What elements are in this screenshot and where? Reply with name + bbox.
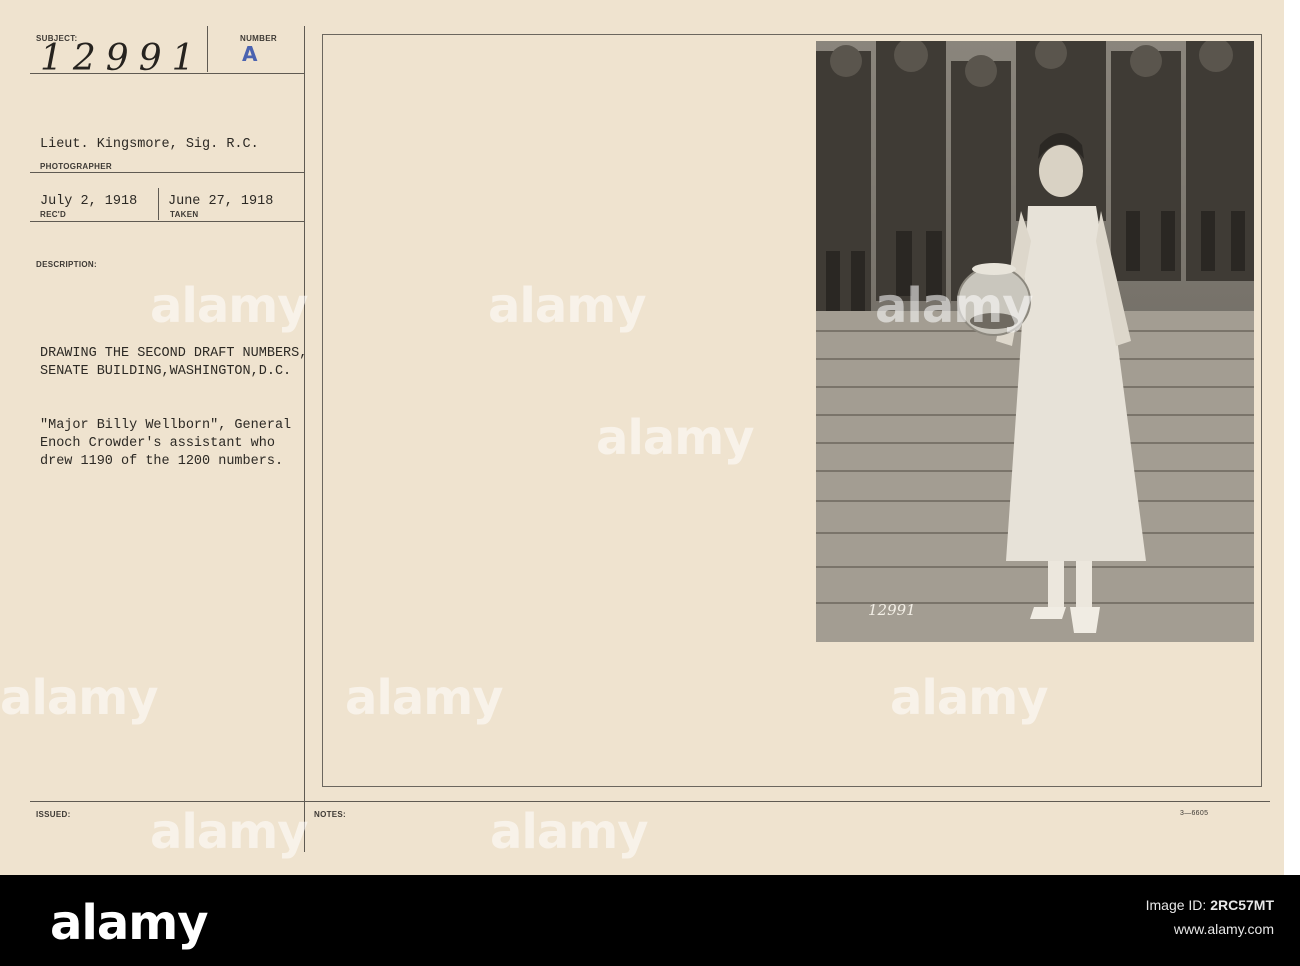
description-line-1: DRAWING THE SECOND DRAFT NUMBERS, <box>40 346 308 361</box>
subject-number-divider <box>207 26 208 72</box>
photo-stamp-number: 12991 <box>868 601 916 619</box>
taken-label: TAKEN <box>170 210 199 219</box>
archive-card: SUBJECT: 12991 NUMBER A Lieut. Kingsmore… <box>0 0 1284 875</box>
watermark: alamy <box>345 670 504 726</box>
issued-label: ISSUED: <box>36 810 71 819</box>
image-id-label: Image ID: <box>1145 897 1207 913</box>
image-id-line: Image ID: 2RC57MT <box>1146 897 1274 913</box>
image-id-value: 2RC57MT <box>1210 897 1274 913</box>
received-label: REC'D <box>40 210 67 219</box>
date-bottom-rule <box>30 221 304 222</box>
photograph-scene <box>816 41 1254 642</box>
left-column-divider <box>304 26 305 852</box>
watermark: alamy <box>875 278 1034 334</box>
watermark: alamy <box>890 670 1049 726</box>
photographer-rule <box>30 172 304 173</box>
watermark: alamy <box>0 670 159 726</box>
received-date: July 2, 1918 <box>40 194 138 209</box>
watermark: alamy <box>488 278 647 334</box>
issued-rule <box>30 801 1270 802</box>
date-divider <box>158 188 159 220</box>
photographer-label: PHOTOGRAPHER <box>40 162 112 171</box>
stock-footer: alamy Image ID: 2RC57MT www.alamy.com <box>0 875 1300 966</box>
site-url: www.alamy.com <box>1173 921 1274 937</box>
description-label: DESCRIPTION: <box>36 260 97 269</box>
alamy-logo: alamy <box>50 895 209 951</box>
number-value: A <box>242 42 258 66</box>
watermark: alamy <box>150 278 309 334</box>
description-line-2: SENATE BUILDING,WASHINGTON,D.C. <box>40 364 292 379</box>
notes-label: NOTES: <box>314 810 347 819</box>
description-line-6: drew 1190 of the 1200 numbers. <box>40 454 284 469</box>
watermark: alamy <box>150 804 309 860</box>
taken-date: June 27, 1918 <box>168 194 274 209</box>
form-code: 3—6605 <box>1180 810 1209 817</box>
description-line-4: "Major Billy Wellborn", General <box>40 418 292 433</box>
subject-number: 12991 <box>40 38 205 79</box>
photographer-value: Lieut. Kingsmore, Sig. R.C. <box>40 137 259 152</box>
watermark: alamy <box>596 410 755 466</box>
mounted-photograph: 12991 <box>816 41 1254 642</box>
watermark: alamy <box>490 804 649 860</box>
description-line-5: Enoch Crowder's assistant who <box>40 436 275 451</box>
